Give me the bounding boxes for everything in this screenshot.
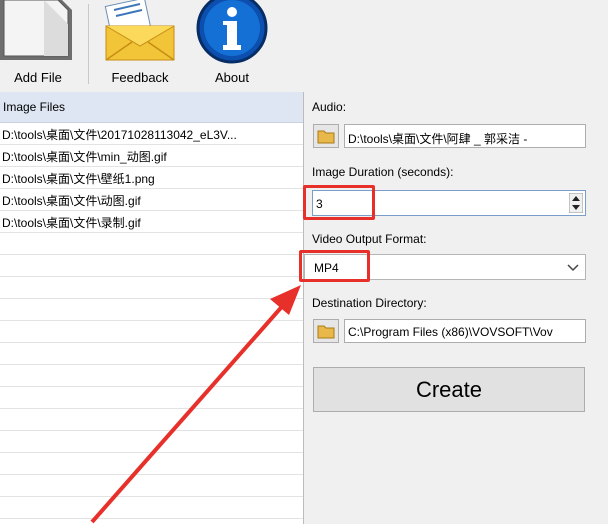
annotation-arrow xyxy=(90,285,301,524)
